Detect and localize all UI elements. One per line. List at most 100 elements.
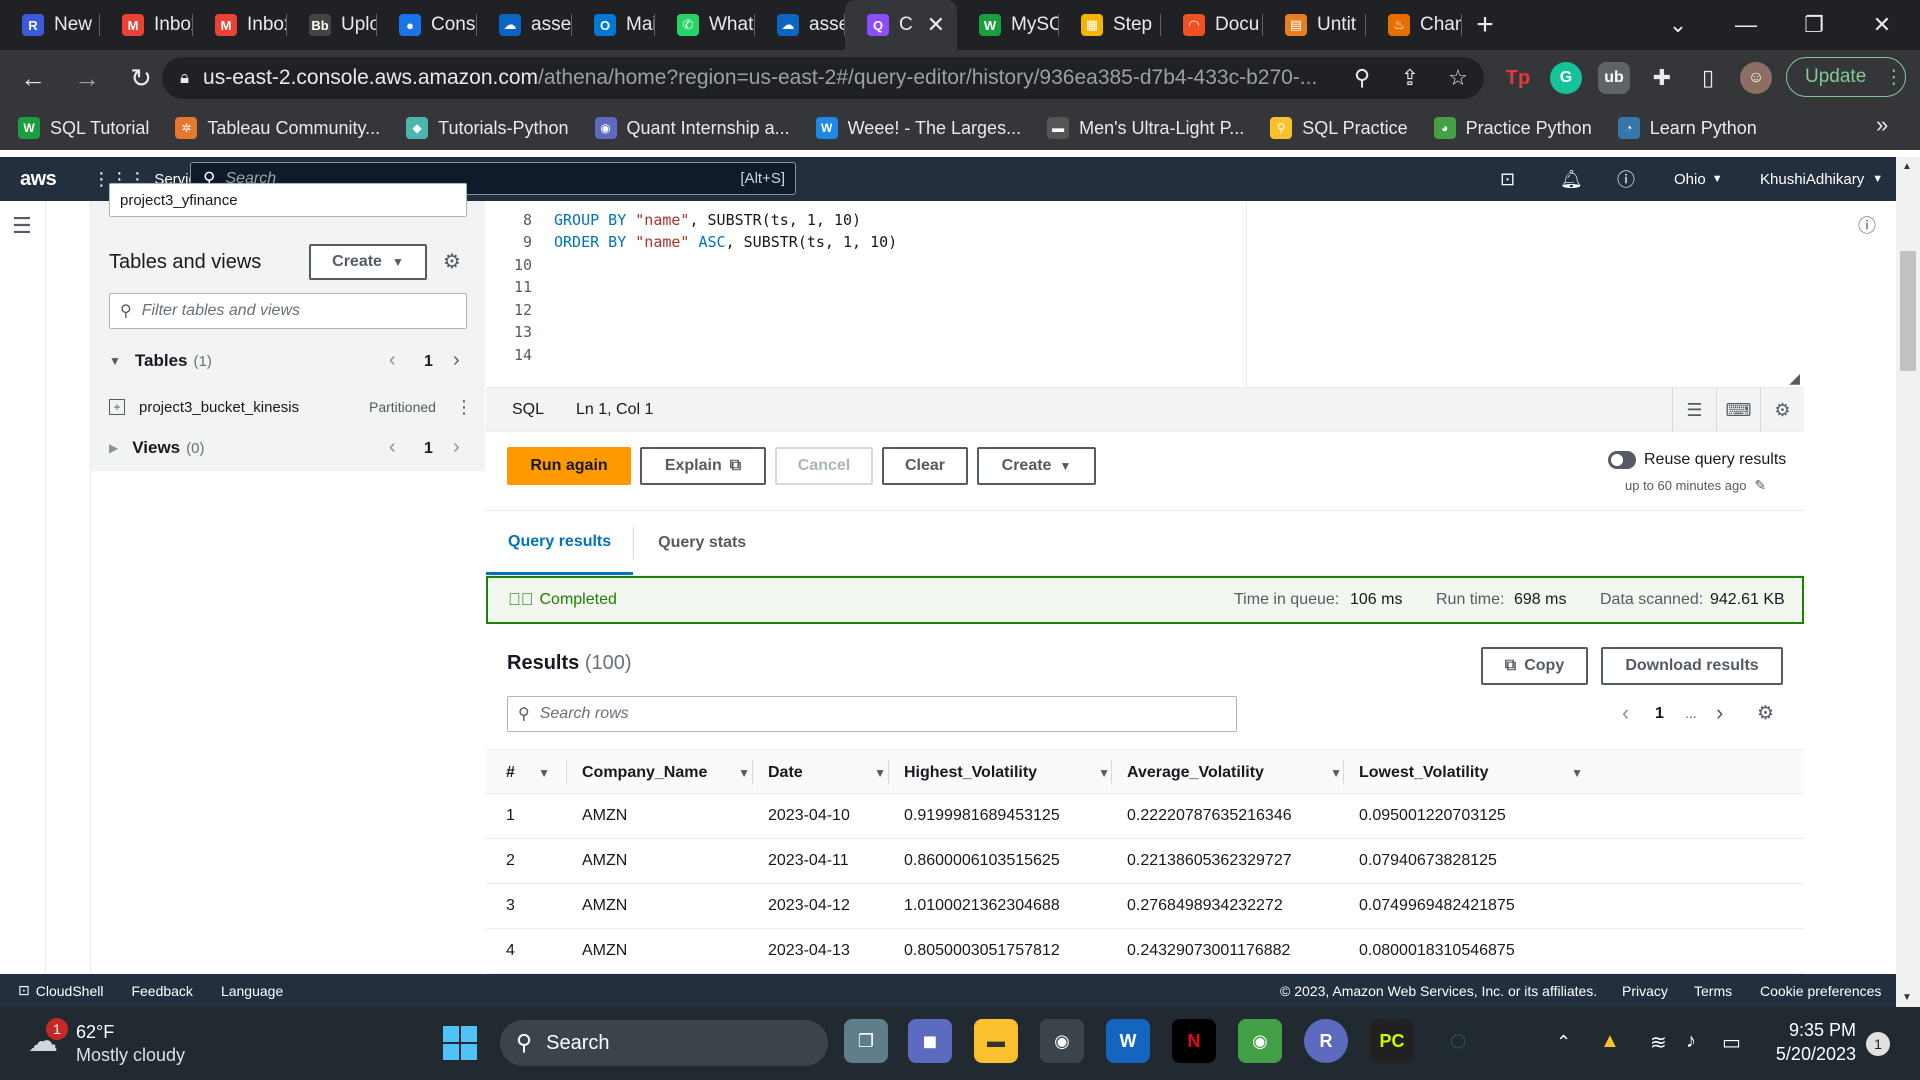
run-again-button[interactable]: Run again <box>507 447 631 485</box>
notification-badge[interactable]: 1 <box>1866 1032 1890 1056</box>
address-bar[interactable]: 🔒︎ us-east-2.console.aws.amazon.com/athe… <box>162 57 1484 99</box>
format-query-icon[interactable]: ☰ <box>1672 388 1716 432</box>
chrome-profile-icon[interactable]: ◉ <box>1040 1019 1084 1063</box>
bookmark-item[interactable]: ◔ Learn Python <box>1617 117 1757 139</box>
sort-filter-icon[interactable]: ▼ <box>874 766 886 780</box>
table-settings-gear-icon[interactable]: ⚙ <box>1757 702 1774 725</box>
bookmark-item[interactable]: ⚲ SQL Practice <box>1270 117 1408 139</box>
footer-feedback[interactable]: Feedback <box>131 983 192 999</box>
copy-button[interactable]: ⧉ Copy <box>1481 647 1588 685</box>
browser-tab[interactable]: ☁ asset <box>477 0 572 50</box>
expand-plus-icon[interactable]: + <box>109 399 125 415</box>
browser-tab[interactable]: ● Cons <box>377 0 477 50</box>
views-page-number[interactable]: 1 <box>424 440 433 458</box>
browser-tab[interactable]: W MySC <box>957 0 1059 50</box>
filter-tables-input[interactable]: ⚲ Filter tables and views <box>109 293 467 329</box>
database-select[interactable]: project3_yfinance <box>109 183 467 217</box>
clock-time[interactable]: 9:35 PM <box>1770 1020 1856 1041</box>
windows-start-icon[interactable] <box>443 1026 477 1060</box>
create-table-button[interactable]: Create ▼ <box>309 244 427 280</box>
footer-cloudshell[interactable]: CloudShell <box>36 983 104 999</box>
netflix-icon[interactable]: N <box>1172 1019 1216 1063</box>
word-icon[interactable]: W <box>1106 1019 1150 1063</box>
bookmark-item[interactable]: W SQL Tutorial <box>18 117 149 139</box>
new-tab-icon[interactable]: + <box>1462 0 1508 50</box>
download-results-button[interactable]: Download results <box>1601 647 1783 685</box>
create-query-button[interactable]: Create ▼ <box>977 447 1096 485</box>
taskbar-search[interactable]: ⚲ Search <box>500 1020 828 1066</box>
help-icon[interactable]: ⓘ <box>1617 157 1635 201</box>
column-header[interactable]: Company_Name ▼ <box>582 750 766 795</box>
chrome-icon[interactable]: ◉ <box>1238 1019 1282 1063</box>
browser-tab[interactable]: ◠ Docu <box>1161 0 1263 50</box>
tray-chevron-icon[interactable]: ⌃ <box>1556 1032 1571 1053</box>
keyboard-shortcuts-icon[interactable]: ⌨ <box>1716 388 1760 432</box>
explain-button[interactable]: Explain ⧉ <box>640 447 766 485</box>
page-scrollbar[interactable]: ▲ ▼ <box>1896 157 1920 1007</box>
info-icon[interactable]: ⓘ <box>1858 212 1876 238</box>
notifications-bell-icon[interactable]: 🔔︎ <box>1560 157 1583 201</box>
bookmark-item[interactable]: ✲ Tableau Community... <box>175 117 380 139</box>
grammarly-icon[interactable]: G <box>1550 62 1582 94</box>
scroll-down-icon[interactable]: ▼ <box>1902 992 1912 1003</box>
tables-page-number[interactable]: 1 <box>424 353 433 371</box>
close-tab-icon[interactable]: ✕ <box>927 12 945 38</box>
results-page-number[interactable]: 1 <box>1655 705 1664 723</box>
minimize-icon[interactable]: — <box>1716 0 1776 50</box>
r-icon[interactable]: R <box>1304 1019 1348 1063</box>
volume-icon[interactable]: ♪ <box>1686 1030 1696 1053</box>
table-row[interactable]: 1 AMZN 2023-04-10 0.9199981689453125 0.22220… <box>486 794 1804 839</box>
cloudshell-icon[interactable]: ⊡ <box>1500 157 1515 201</box>
footer-language[interactable]: Language <box>221 983 283 999</box>
browser-tab[interactable]: M Inbox <box>100 0 193 50</box>
region-selector[interactable]: Ohio ▼ <box>1674 157 1723 201</box>
account-menu[interactable]: KhushiAdhikary ▼ <box>1760 157 1883 201</box>
query-editor[interactable]: 8 9 10 11 12 13 14 GROUP BY "name", SUBS… <box>486 201 1804 388</box>
search-rows-input[interactable]: ⚲ Search rows <box>507 696 1237 732</box>
loading-app-icon[interactable]: ◌ <box>1436 1019 1480 1063</box>
sort-filter-icon[interactable]: ▼ <box>738 766 750 780</box>
bookmark-item[interactable]: W Weee! - The Larges... <box>815 117 1021 139</box>
scroll-up-icon[interactable]: ▲ <box>1902 161 1912 172</box>
scrollbar-thumb[interactable] <box>1900 251 1916 371</box>
share-icon[interactable]: ⇪ <box>1394 62 1426 94</box>
browser-tab[interactable]: Q C ✕ <box>845 0 957 50</box>
clock-date[interactable]: 5/20/2023 <box>1760 1044 1856 1065</box>
table-row[interactable]: 4 AMZN 2023-04-13 0.8050003051757812 0.24329… <box>486 929 1804 974</box>
clear-button[interactable]: Clear <box>882 447 968 485</box>
battery-icon[interactable]: ▭ <box>1722 1030 1741 1055</box>
ublock-icon[interactable]: ub <box>1598 62 1630 94</box>
restore-icon[interactable]: ❐ <box>1784 0 1844 50</box>
tab-query-stats[interactable]: Query stats <box>634 511 770 575</box>
aws-logo[interactable]: aws <box>20 168 57 191</box>
bookmark-item[interactable]: ◉ Quant Internship a... <box>594 117 790 139</box>
chevron-right-icon[interactable]: › <box>453 436 460 459</box>
browser-tab[interactable]: ▤ Untit <box>1263 0 1366 50</box>
tables-section-toggle[interactable]: ▼ Tables (1) <box>109 351 212 371</box>
chevron-left-icon[interactable]: ‹ <box>389 436 396 459</box>
sort-filter-icon[interactable]: ▼ <box>1571 766 1583 780</box>
tab-search-icon[interactable]: ⌄ <box>1648 0 1708 50</box>
close-window-icon[interactable]: ✕ <box>1852 0 1912 50</box>
cancel-button[interactable]: Cancel <box>775 447 873 485</box>
chevron-left-icon[interactable]: ‹ <box>389 349 396 372</box>
browser-tab[interactable]: O Mail <box>572 0 655 50</box>
column-header[interactable]: Highest_Volatility ▼ <box>904 750 1126 795</box>
extensions-puzzle-icon[interactable]: ✚ <box>1646 62 1678 94</box>
browser-tab[interactable]: Bb Uploa <box>287 0 377 50</box>
chevron-right-icon[interactable]: › <box>453 349 460 372</box>
table-row[interactable]: 2 AMZN 2023-04-11 0.8600006103515625 0.22138… <box>486 839 1804 884</box>
back-icon[interactable]: ← <box>12 57 54 99</box>
browser-tab[interactable]: ✆ What <box>655 0 755 50</box>
bookmark-star-icon[interactable]: ☆ <box>1442 62 1474 94</box>
footer-privacy[interactable]: Privacy <box>1622 983 1668 999</box>
column-header[interactable]: Average_Volatility ▼ <box>1127 750 1358 795</box>
footer-cookie[interactable]: Cookie preferences <box>1760 983 1881 999</box>
tab-query-results[interactable]: Query results <box>486 511 634 575</box>
update-button[interactable]: Update ⋮ <box>1786 57 1906 97</box>
sort-filter-icon[interactable]: ▼ <box>538 766 550 780</box>
edit-pencil-icon[interactable]: ✎ <box>1754 477 1766 493</box>
sort-filter-icon[interactable]: ▼ <box>1330 766 1342 780</box>
pycharm-icon[interactable]: PC <box>1370 1019 1414 1063</box>
column-header[interactable]: # ▼ <box>506 750 566 795</box>
